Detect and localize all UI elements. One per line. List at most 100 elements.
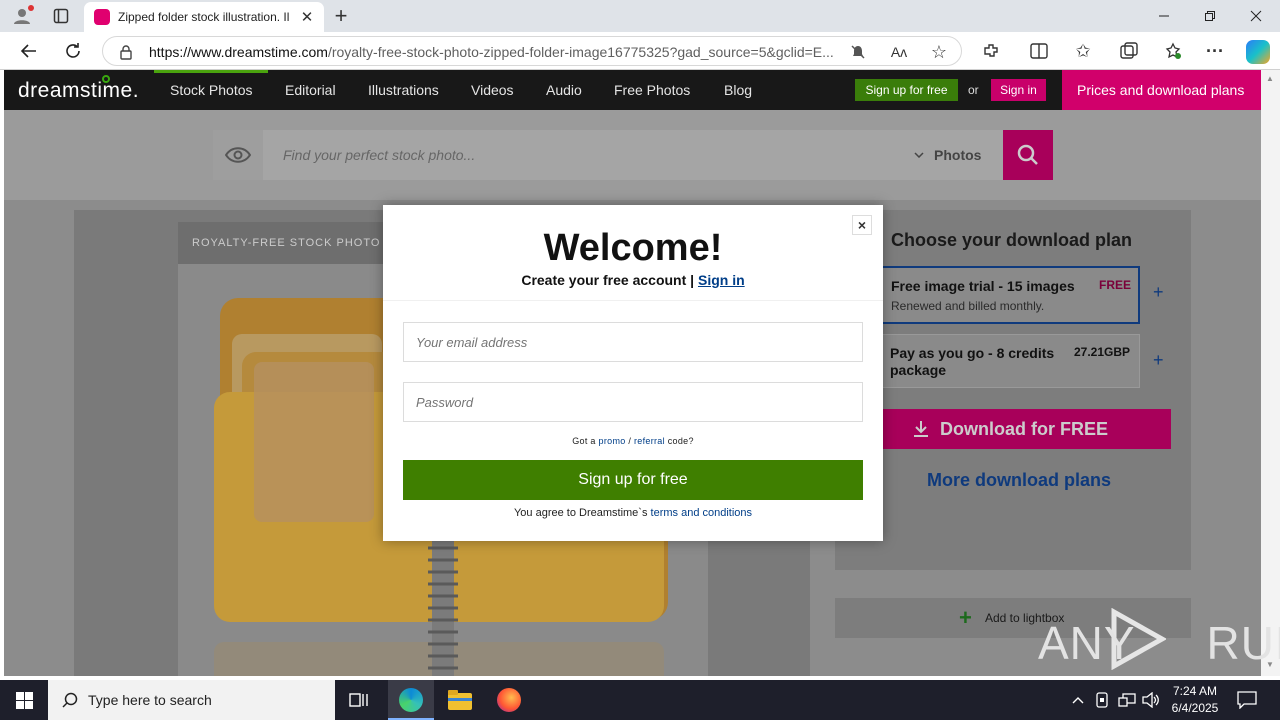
- search-type-select[interactable]: Photos: [934, 147, 981, 163]
- file-explorer-icon[interactable]: [448, 690, 472, 710]
- site-navbar: dreamstime. Stock Photos Editorial Illus…: [4, 70, 1261, 110]
- plan-title: Pay as you go - 8 credits package: [890, 345, 1055, 378]
- anyrun-watermark: ANY RUN: [1038, 608, 1280, 672]
- modal-signin-link[interactable]: Sign in: [698, 272, 745, 288]
- browser-tab-strip: Zipped folder stock illustration. Il ✕ +: [0, 0, 1280, 32]
- plan-heading: Choose your download plan: [891, 230, 1133, 250]
- dreamstime-favicon-icon: [94, 9, 110, 25]
- edge-icon: [399, 688, 423, 712]
- browser-essentials-icon[interactable]: [1162, 40, 1184, 62]
- nav-blog[interactable]: Blog: [724, 82, 752, 98]
- task-view-icon[interactable]: [346, 688, 372, 712]
- collections-icon[interactable]: [1118, 40, 1140, 62]
- signup-submit-button[interactable]: Sign up for free: [403, 460, 863, 500]
- windows-taskbar: Type here to search 7:24 AM 6/4/2025: [0, 680, 1280, 720]
- search-bar: Find your perfect stock photo... Photos: [213, 130, 1053, 180]
- download-icon: [914, 421, 928, 437]
- prices-plans-button[interactable]: Prices and download plans: [1062, 70, 1261, 110]
- password-field[interactable]: [403, 382, 863, 422]
- windows-start-icon[interactable]: [0, 680, 48, 720]
- active-nav-indicator: [154, 70, 268, 73]
- plan-price: FREE: [1099, 278, 1132, 292]
- nav-videos[interactable]: Videos: [471, 82, 514, 98]
- expand-plus-icon[interactable]: +: [1153, 350, 1164, 371]
- close-window-icon[interactable]: [1242, 4, 1270, 28]
- chevron-down-icon[interactable]: [913, 149, 925, 161]
- search-button[interactable]: [1003, 130, 1053, 180]
- new-tab-icon[interactable]: +: [330, 3, 352, 28]
- signup-submit-label: Sign up for free: [578, 471, 688, 488]
- plan-option-paygo[interactable]: Pay as you go - 8 credits package 27.21G…: [879, 334, 1140, 388]
- volume-icon[interactable]: [1142, 692, 1160, 708]
- search-input[interactable]: Find your perfect stock photo...: [283, 147, 883, 163]
- modal-title: Welcome!: [543, 227, 723, 269]
- firefox-icon[interactable]: [497, 688, 521, 712]
- favorites-icon[interactable]: ✩: [1072, 40, 1094, 62]
- logo-accent: [102, 75, 110, 83]
- back-icon[interactable]: [16, 38, 42, 64]
- more-download-plans-link[interactable]: More download plans: [927, 470, 1111, 491]
- edge-taskbar-button[interactable]: [388, 680, 434, 720]
- extensions-icon[interactable]: [980, 40, 1002, 62]
- header-signup-button[interactable]: Sign up for free: [855, 79, 958, 101]
- promo-link[interactable]: promo: [599, 436, 626, 446]
- email-field[interactable]: [403, 322, 863, 362]
- split-screen-icon[interactable]: [1028, 40, 1050, 62]
- watermark-text: ANY RUN: [1038, 617, 1280, 669]
- tab-close-icon[interactable]: ✕: [298, 8, 316, 26]
- search-icon: [1017, 144, 1038, 165]
- terms-prefix: You agree to Dreamstime`s: [513, 507, 648, 519]
- modal-subtitle: Create your free account |: [521, 272, 695, 288]
- referral-link[interactable]: referral: [634, 436, 665, 446]
- nav-free-photos[interactable]: Free Photos: [614, 82, 690, 98]
- lock-icon[interactable]: [117, 43, 135, 61]
- more-menu-icon[interactable]: ···: [1204, 40, 1226, 62]
- promo-slash: /: [628, 436, 632, 446]
- download-label: Download for FREE: [940, 419, 1108, 439]
- royalty-free-badge: ROYALTY-FREE STOCK PHOTO: [178, 222, 388, 264]
- restore-icon[interactable]: [1196, 4, 1224, 28]
- clock-date[interactable]: 6/4/2025: [1166, 701, 1224, 715]
- url-path: /royalty-free-stock-photo-zipped-folder-…: [327, 44, 834, 60]
- page-scrollbar[interactable]: ▲ ▼: [1261, 70, 1280, 676]
- favorite-star-icon[interactable]: ☆: [929, 42, 949, 62]
- expand-plus-icon[interactable]: +: [1153, 282, 1164, 303]
- read-aloud-icon[interactable]: Aʌ: [889, 43, 909, 61]
- taskbar-search-box[interactable]: Type here to search: [48, 680, 335, 720]
- refresh-icon[interactable]: [60, 38, 86, 64]
- plan-panel: Choose your download plan Free image tri…: [835, 210, 1191, 570]
- tab-actions-icon[interactable]: [50, 5, 72, 27]
- clock-time[interactable]: 7:24 AM: [1166, 684, 1224, 698]
- network-icon[interactable]: [1118, 692, 1136, 708]
- plus-icon: +: [959, 605, 972, 630]
- tab-title: Zipped folder stock illustration. Il: [118, 10, 290, 24]
- scroll-up-arrow-icon[interactable]: ▲: [1266, 74, 1274, 83]
- nav-editorial[interactable]: Editorial: [285, 82, 336, 98]
- plan-title: Free image trial - 15 images: [891, 278, 1075, 294]
- tracking-blocked-icon[interactable]: [849, 43, 867, 61]
- notifications-icon[interactable]: [1236, 690, 1258, 710]
- terms-link[interactable]: terms and conditions: [651, 507, 753, 519]
- copilot-icon[interactable]: [1246, 40, 1270, 64]
- active-tab[interactable]: Zipped folder stock illustration. Il ✕: [84, 2, 324, 32]
- visual-search-eye-icon[interactable]: [213, 130, 263, 180]
- or-label: or: [968, 83, 979, 97]
- url-host: https://www.dreamstime.com: [149, 44, 328, 60]
- address-bar[interactable]: https://www.dreamstime.com/royalty-free-…: [102, 36, 962, 66]
- download-free-button[interactable]: Download for FREE: [879, 409, 1171, 449]
- search-hero: Find your perfect stock photo... Photos: [4, 110, 1261, 200]
- site-logo[interactable]: dreamstime.: [18, 79, 139, 103]
- plan-price: 27.21GBP: [1074, 345, 1131, 359]
- header-signin-button[interactable]: Sign in: [991, 79, 1046, 101]
- promo-prefix: Got a: [572, 436, 596, 446]
- nav-illustrations[interactable]: Illustrations: [368, 82, 439, 98]
- search-icon: [62, 692, 78, 708]
- show-hidden-icons-chevron-icon[interactable]: [1070, 692, 1086, 708]
- nav-stock-photos[interactable]: Stock Photos: [170, 82, 253, 98]
- nav-audio[interactable]: Audio: [546, 82, 582, 98]
- device-icon[interactable]: [1094, 692, 1110, 708]
- profile-icon[interactable]: [10, 5, 34, 27]
- minimize-icon[interactable]: [1150, 4, 1178, 28]
- plan-option-free[interactable]: Free image trial - 15 images FREE Renewe…: [879, 266, 1140, 324]
- promo-suffix: code?: [667, 436, 694, 446]
